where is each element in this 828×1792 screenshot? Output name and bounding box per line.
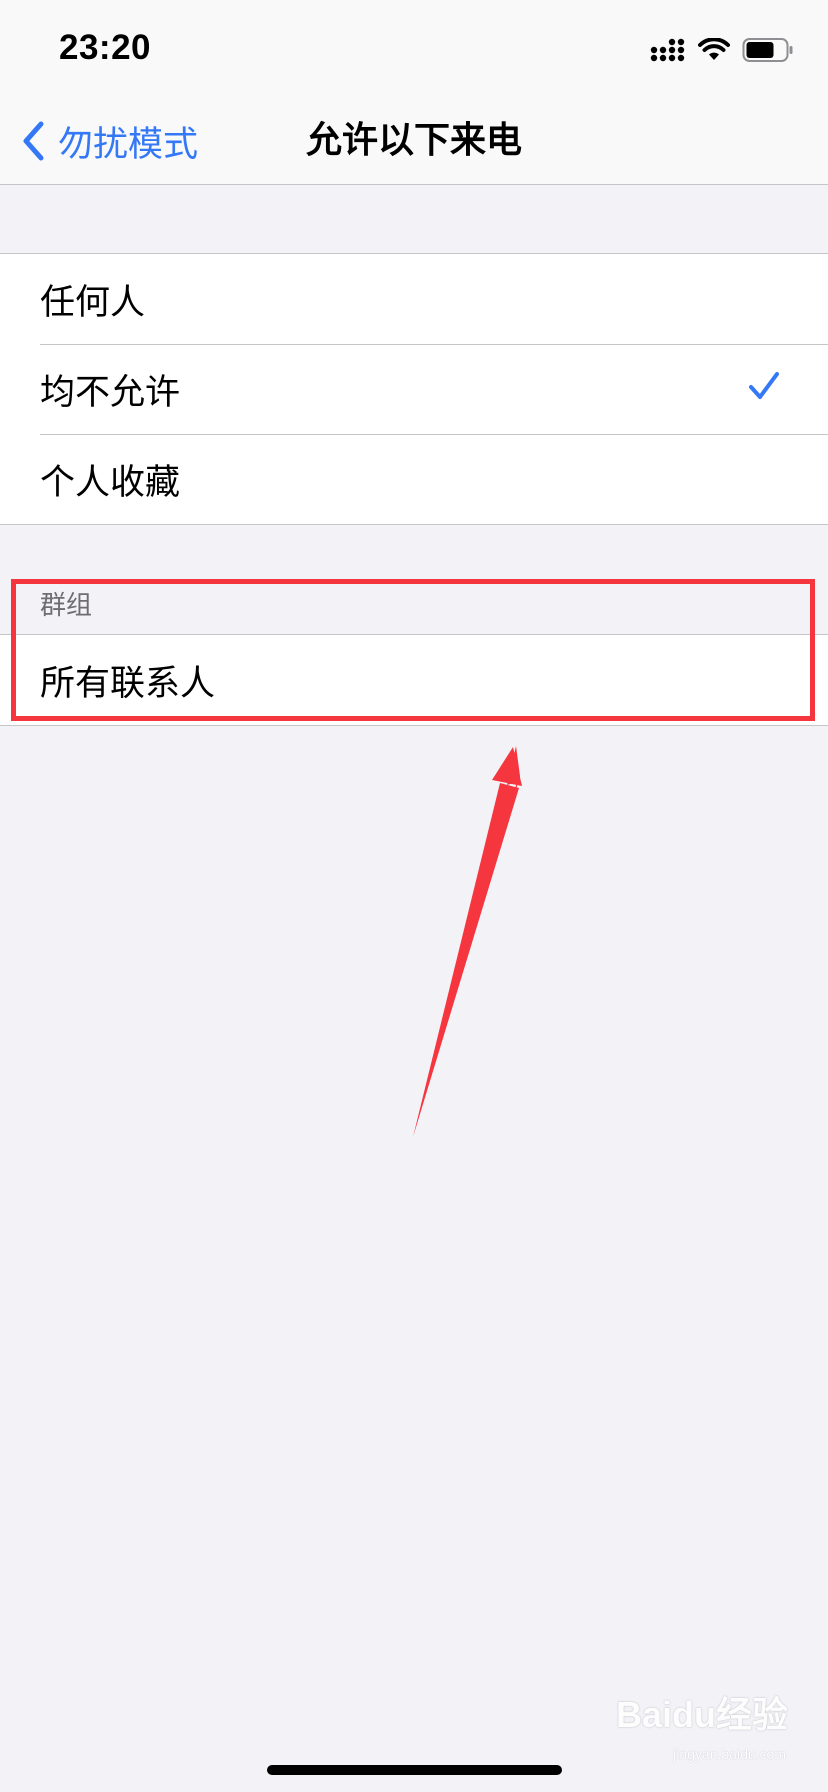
- watermark: Baidu经验: [615, 1694, 788, 1735]
- watermark-sub: jingyan.baidu.com: [673, 1746, 786, 1762]
- annotation-arrow: [413, 746, 522, 1137]
- home-indicator[interactable]: [267, 1765, 562, 1775]
